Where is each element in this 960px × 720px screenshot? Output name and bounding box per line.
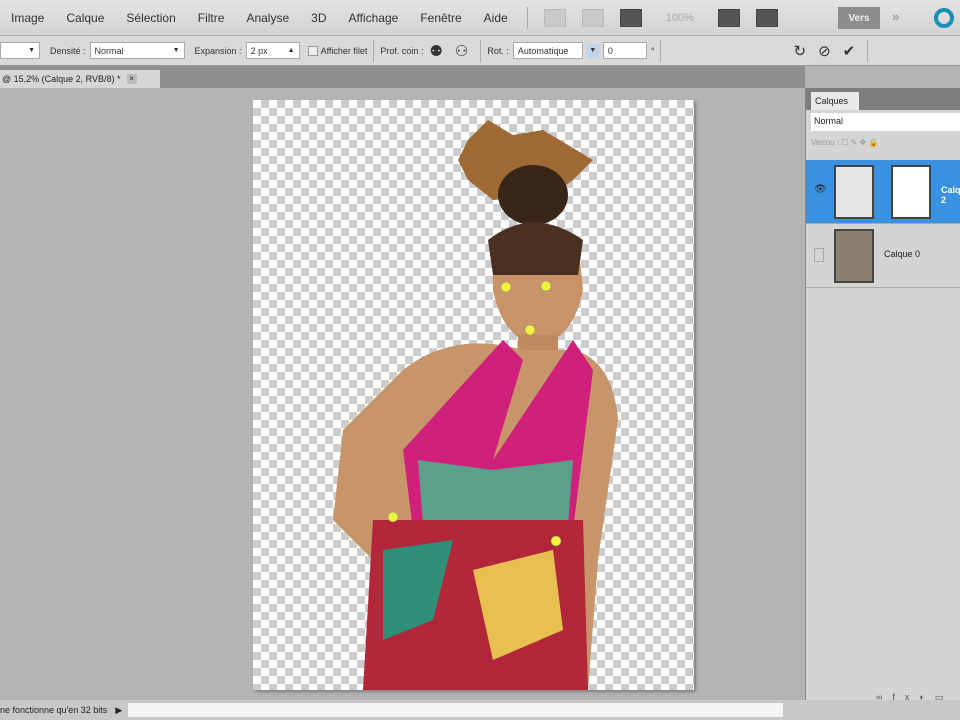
depth-label: Prof. coin :: [380, 45, 424, 56]
arrange-documents-icon[interactable]: [717, 8, 740, 27]
menu-calque[interactable]: Calque: [55, 11, 115, 25]
lock-label: Verrou :: [811, 138, 840, 147]
menu-analyse[interactable]: Analyse: [235, 11, 300, 25]
rotate-select[interactable]: Automatique: [512, 42, 583, 59]
mode-value: Normal: [94, 45, 124, 56]
menu-aide[interactable]: Aide: [473, 11, 519, 25]
pin[interactable]: [500, 281, 512, 293]
divider: [867, 39, 869, 62]
menu-filtre[interactable]: Filtre: [187, 11, 236, 25]
angle-input[interactable]: 0: [602, 42, 647, 59]
layer-name: Calque 0: [884, 249, 921, 259]
document-canvas[interactable]: [253, 100, 694, 690]
pin-forward-icon[interactable]: ⚉: [429, 42, 442, 60]
divider: [526, 6, 528, 29]
model-photo: [333, 120, 618, 690]
status-menu-icon[interactable]: ▶: [115, 705, 122, 716]
show-mesh-label: Afficher filet: [320, 45, 368, 56]
layer-thumbnail: [834, 229, 874, 283]
mode-select[interactable]: Normal ▼: [89, 42, 185, 59]
divider: [480, 39, 482, 62]
expansion-value: 2 px: [250, 45, 268, 56]
status-bar: ne fonctionne qu'en 32 bits ▶: [0, 700, 960, 720]
workspace-button[interactable]: Vers: [838, 7, 880, 29]
bridge-icon[interactable]: [543, 8, 566, 27]
visibility-toggle[interactable]: [814, 248, 824, 262]
pin-backward-icon[interactable]: ⚇: [455, 42, 468, 60]
divider: [660, 39, 662, 62]
document-tab[interactable]: @ 15,2% (Calque 2, RVB/8) * ×: [0, 70, 160, 88]
menu-bar: Image Calque Sélection Filtre Analyse 3D…: [0, 0, 960, 36]
menu-selection[interactable]: Sélection: [115, 11, 186, 25]
hair-bun: [498, 165, 568, 225]
angle-unit: °: [650, 45, 655, 56]
cs-live-icon[interactable]: [934, 8, 954, 28]
menu-fenetre[interactable]: Fenêtre: [409, 11, 472, 25]
preset-select[interactable]: ▼: [0, 42, 40, 59]
eye-icon[interactable]: 👁: [814, 184, 827, 195]
pin[interactable]: [550, 535, 562, 547]
close-tab-button[interactable]: ×: [126, 74, 137, 84]
rotate-dropdown-icon[interactable]: ▼: [586, 43, 599, 58]
commit-icon[interactable]: ✔: [843, 42, 856, 60]
lock-row: Verrou : ☐ ✎ ✥ 🔒: [811, 138, 879, 147]
more-workspaces-button[interactable]: »: [892, 9, 899, 24]
pin[interactable]: [387, 511, 399, 523]
reset-icon[interactable]: ↻: [793, 42, 806, 60]
pin[interactable]: [524, 324, 536, 336]
expansion-input[interactable]: 2 px ▲: [245, 42, 300, 59]
scrollbar[interactable]: [128, 703, 784, 717]
expansion-label: Expansion :: [194, 45, 242, 56]
show-mesh-checkbox[interactable]: [307, 45, 318, 56]
dress-print: [418, 460, 573, 525]
screen-mode-icon[interactable]: [755, 8, 778, 27]
layer-name: Calque 2: [941, 185, 960, 205]
cancel-icon[interactable]: ⊘: [818, 42, 831, 60]
status-text: ne fonctionne qu'en 32 bits: [0, 705, 108, 715]
document-title: @ 15,2% (Calque 2, RVB/8) *: [2, 74, 121, 84]
minibridge-icon[interactable]: [581, 8, 604, 27]
layer-row[interactable]: Calque 0: [806, 224, 960, 288]
extras-icon[interactable]: [619, 8, 642, 27]
menu-affichage[interactable]: Affichage: [337, 11, 409, 25]
divider: [373, 39, 375, 62]
options-bar: ▼ Densité : Normal ▼ Expansion : 2 px ▲ Af…: [0, 36, 960, 66]
tab-calques[interactable]: Calques: [811, 92, 859, 110]
layer-thumbnail: [834, 165, 874, 219]
document-tab-bar: @ 15,2% (Calque 2, RVB/8) * ×: [0, 66, 805, 88]
mode-label: Densité :: [50, 45, 86, 56]
zoom-level[interactable]: 100%: [666, 12, 694, 24]
pin[interactable]: [540, 280, 552, 292]
layers-panel: Calques Normal Verrou : ☐ ✎ ✥ 🔒 👁 Calque…: [805, 88, 960, 705]
menu-image[interactable]: Image: [0, 11, 55, 25]
angle-value: 0: [607, 45, 613, 56]
fringe: [488, 222, 583, 275]
rotate-label: Rot. :: [487, 45, 509, 56]
rotate-value: Automatique: [517, 45, 569, 56]
menu-3d[interactable]: 3D: [300, 11, 337, 25]
blend-mode-select[interactable]: Normal: [811, 113, 960, 131]
layer-row[interactable]: 👁 Calque 2: [806, 160, 960, 224]
mask-thumbnail: [891, 165, 931, 219]
